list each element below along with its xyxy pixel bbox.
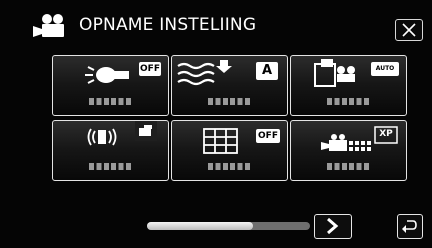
status-badge: OFF: [258, 131, 278, 141]
close-button[interactable]: [395, 19, 423, 41]
tile-grid[interactable]: OFF: [171, 120, 288, 181]
value-placeholder: [89, 98, 133, 105]
value-placeholder: [327, 163, 371, 170]
tile-wind-cut[interactable]: A: [171, 55, 288, 116]
status-badge: XP: [379, 129, 393, 139]
tile-image-stabilizer[interactable]: [52, 120, 169, 181]
image-stabilizer-icon: [87, 121, 157, 146]
tile-video-quality[interactable]: XP: [290, 120, 407, 181]
backlight-lamp-icon: [85, 62, 161, 84]
video-quality-icon: [321, 126, 398, 151]
scrollbar-thumb[interactable]: [147, 222, 253, 230]
page-title: OPNAME INSTELIING: [79, 15, 257, 35]
chevron-right-icon: [327, 217, 339, 235]
status-badge: A: [261, 63, 273, 78]
status-badge: AUTO: [375, 65, 395, 72]
close-icon: [402, 23, 416, 37]
video-camera-icon: [33, 14, 64, 37]
scrollbar-track[interactable]: [147, 222, 310, 230]
tile-focus-assist[interactable]: AUTO: [290, 55, 407, 116]
header-bar: OPNAME INSTELIING: [0, 0, 432, 46]
return-button[interactable]: [397, 214, 423, 239]
face-priority-icon: [314, 59, 399, 87]
tile-backlight[interactable]: OFF: [52, 55, 169, 116]
return-icon: [402, 220, 417, 233]
value-placeholder: [208, 98, 252, 105]
status-badge: OFF: [140, 64, 160, 74]
value-placeholder: [327, 98, 371, 105]
value-placeholder: [89, 163, 133, 170]
value-placeholder: [208, 163, 252, 170]
next-page-button[interactable]: [314, 214, 352, 239]
